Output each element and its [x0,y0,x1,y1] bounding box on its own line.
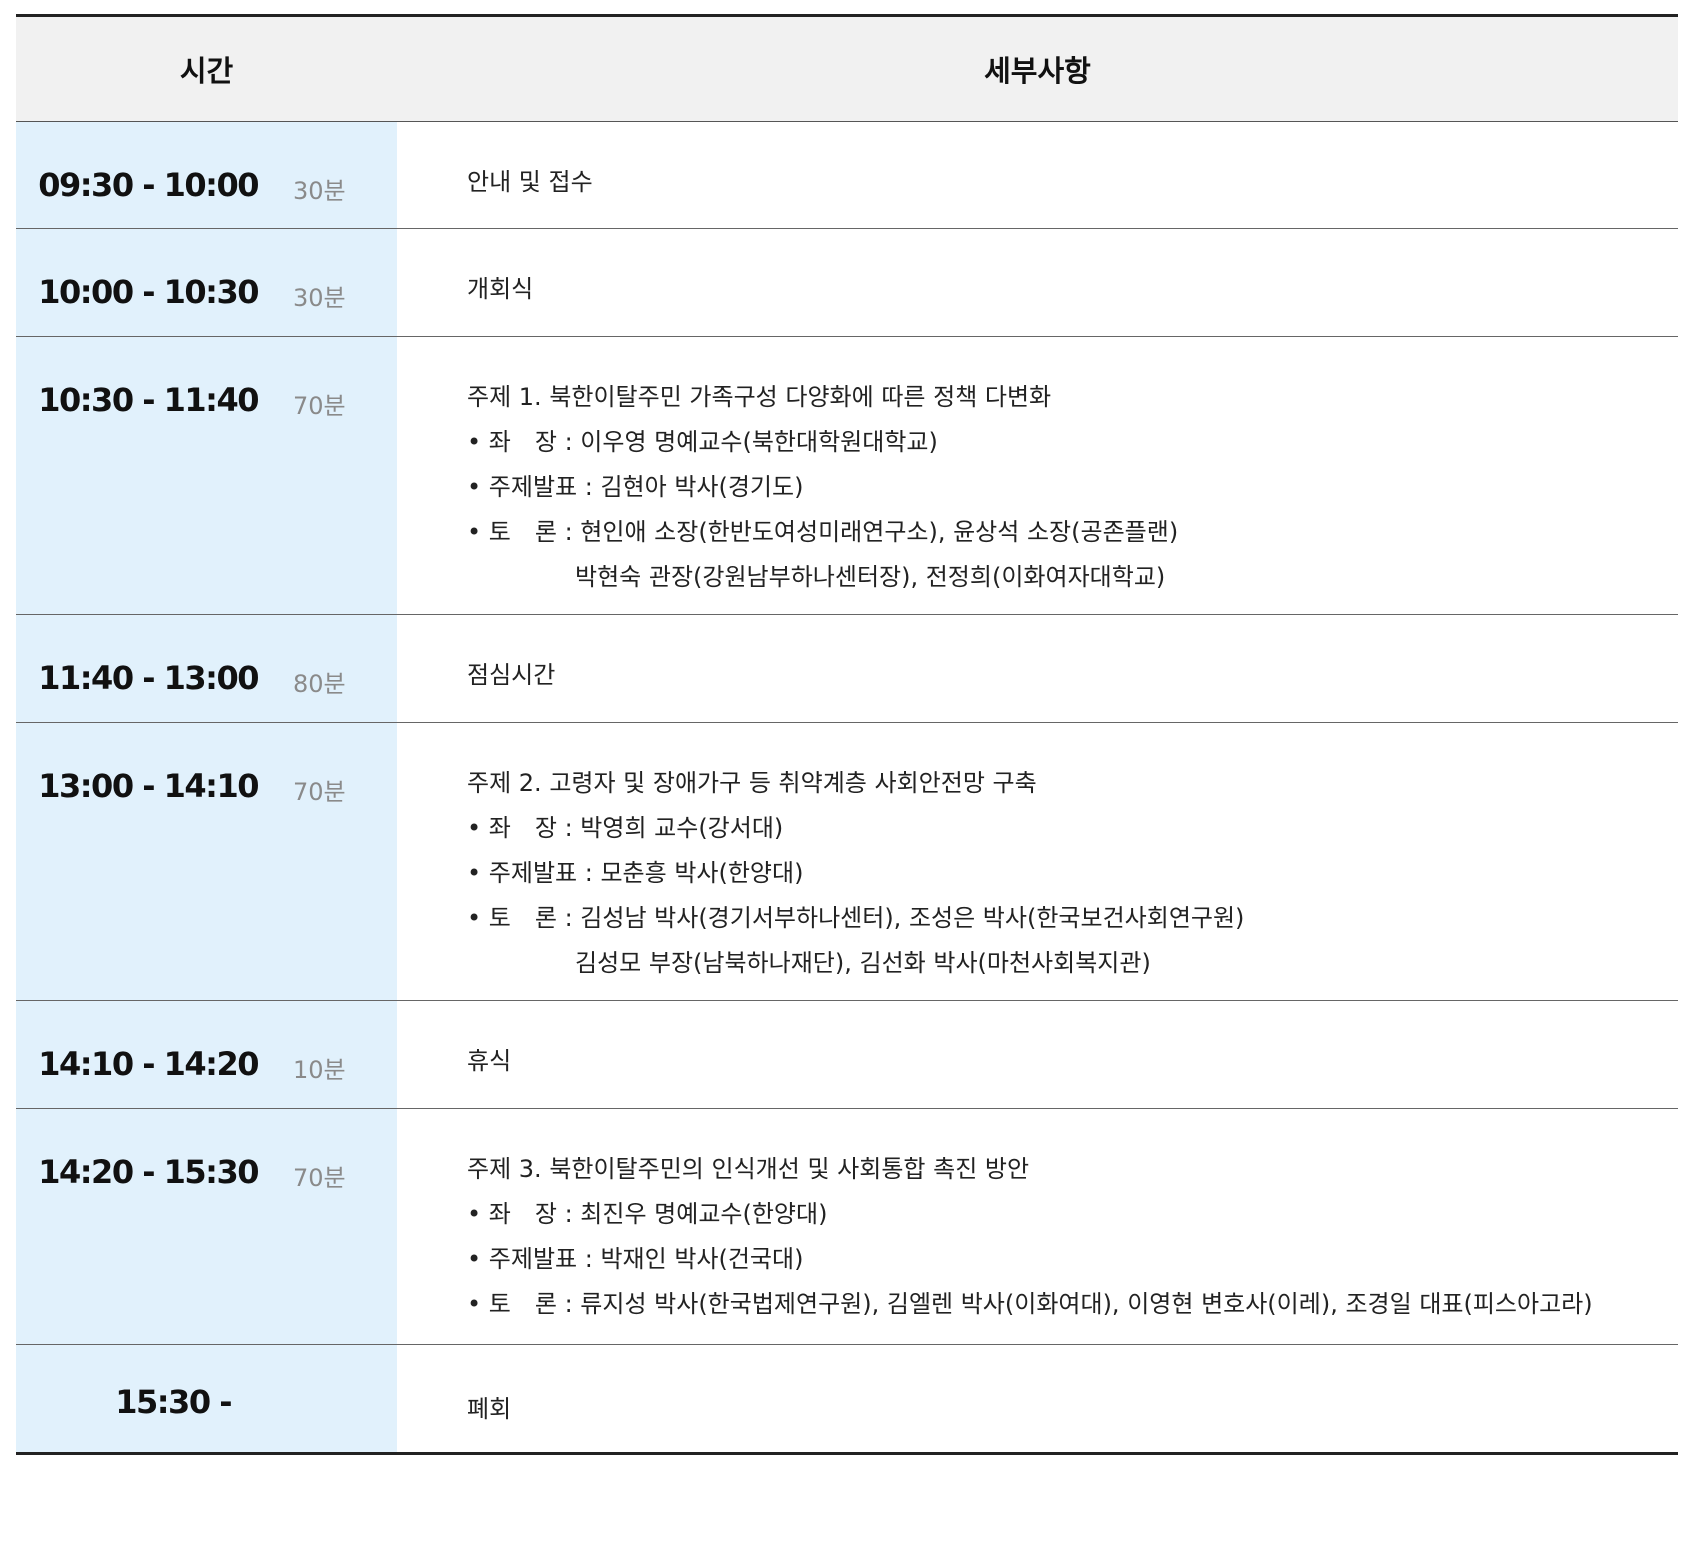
detail-cell: 주제 1. 북한이탈주민 가족구성 다양화에 따른 정책 다변화 • 좌 장 :… [397,337,1678,614]
presenter-line: • 주제발표 : 박재인 박사(건국대) [467,1245,804,1273]
discussant-line: • 토 론 : 류지성 박사(한국법제연구원), 김엘렌 박사(이화여대), 이… [467,1290,1593,1318]
time-cell: 10:00 - 10:30 30분 [16,229,397,336]
detail-cell: 점심시간 [397,615,1678,722]
duration: 10분 [293,1056,346,1084]
duration: 30분 [293,177,346,205]
schedule-table: 시간 세부사항 09:30 - 10:00 30분 안내 및 접수 10:00 … [16,14,1678,1455]
time-cell: 09:30 - 10:00 30분 [16,122,397,228]
time-range: 10:30 - 11:40 [38,381,259,419]
duration: 70분 [293,392,346,420]
time-range: 10:00 - 10:30 [38,273,259,311]
detail-line: 개회식 [467,275,534,303]
detail-cell: 휴식 [397,1001,1678,1108]
discussant-line: • 토 론 : 현인애 소장(한반도여성미래연구소), 윤상석 소장(공존플랜) [467,518,1179,546]
time-cell: 15:30 - [16,1345,397,1452]
presenter-line: • 주제발표 : 모춘흥 박사(한양대) [467,859,804,887]
time-cell: 10:30 - 11:40 70분 [16,337,397,614]
detail-line: 휴식 [467,1047,512,1075]
time-range: 09:30 - 10:00 [38,166,259,204]
table-header: 시간 세부사항 [16,14,1678,122]
discussant-line-continued: 박현숙 관장(강원남부하나센터장), 전정희(이화여자대학교) [575,563,1166,591]
table-row: 09:30 - 10:00 30분 안내 및 접수 [16,122,1678,229]
time-cell: 14:10 - 14:20 10분 [16,1001,397,1108]
time-range: 14:10 - 14:20 [38,1045,259,1083]
time-cell: 14:20 - 15:30 70분 [16,1109,397,1344]
time-range: 14:20 - 15:30 [38,1153,259,1191]
session-title: 주제 2. 고령자 및 장애가구 등 취약계층 사회안전망 구축 [467,769,1037,797]
session-title: 주제 1. 북한이탈주민 가족구성 다양화에 따른 정책 다변화 [467,383,1052,411]
duration: 70분 [293,1164,346,1192]
detail-cell: 폐회 [397,1345,1678,1452]
time-range: 15:30 - [115,1383,232,1421]
presenter-line: • 주제발표 : 김현아 박사(경기도) [467,473,804,501]
detail-line: 폐회 [467,1395,512,1423]
table-row: 10:00 - 10:30 30분 개회식 [16,229,1678,337]
time-range: 13:00 - 14:10 [38,767,259,805]
duration: 70분 [293,778,346,806]
detail-cell: 개회식 [397,229,1678,336]
discussant-line: • 토 론 : 김성남 박사(경기서부하나센터), 조성은 박사(한국보건사회연… [467,904,1245,932]
header-time: 시간 [179,54,234,88]
table-row: 14:10 - 14:20 10분 휴식 [16,1001,1678,1109]
chair-line: • 좌 장 : 이우영 명예교수(북한대학원대학교) [467,428,938,456]
chair-line: • 좌 장 : 최진우 명예교수(한양대) [467,1200,828,1228]
detail-cell: 주제 2. 고령자 및 장애가구 등 취약계층 사회안전망 구축 • 좌 장 :… [397,723,1678,1000]
table-row: 13:00 - 14:10 70분 주제 2. 고령자 및 장애가구 등 취약계… [16,723,1678,1001]
table-row: 11:40 - 13:00 80분 점심시간 [16,615,1678,723]
time-cell: 11:40 - 13:00 80분 [16,615,397,722]
detail-cell: 주제 3. 북한이탈주민의 인식개선 및 사회통합 촉진 방안 • 좌 장 : … [397,1109,1678,1344]
table-row: 10:30 - 11:40 70분 주제 1. 북한이탈주민 가족구성 다양화에… [16,337,1678,615]
header-detail: 세부사항 [984,54,1091,88]
time-cell: 13:00 - 14:10 70분 [16,723,397,1000]
table-row: 14:20 - 15:30 70분 주제 3. 북한이탈주민의 인식개선 및 사… [16,1109,1678,1345]
detail-line: 점심시간 [467,661,556,689]
duration: 30분 [293,284,346,312]
table-row: 15:30 - 폐회 [16,1345,1678,1455]
discussant-line-continued: 김성모 부장(남북하나재단), 김선화 박사(마천사회복지관) [575,949,1151,977]
session-title: 주제 3. 북한이탈주민의 인식개선 및 사회통합 촉진 방안 [467,1155,1030,1183]
duration: 80분 [293,670,346,698]
detail-line: 안내 및 접수 [467,168,593,196]
time-range: 11:40 - 13:00 [38,659,259,697]
chair-line: • 좌 장 : 박영희 교수(강서대) [467,814,784,842]
detail-cell: 안내 및 접수 [397,122,1678,228]
